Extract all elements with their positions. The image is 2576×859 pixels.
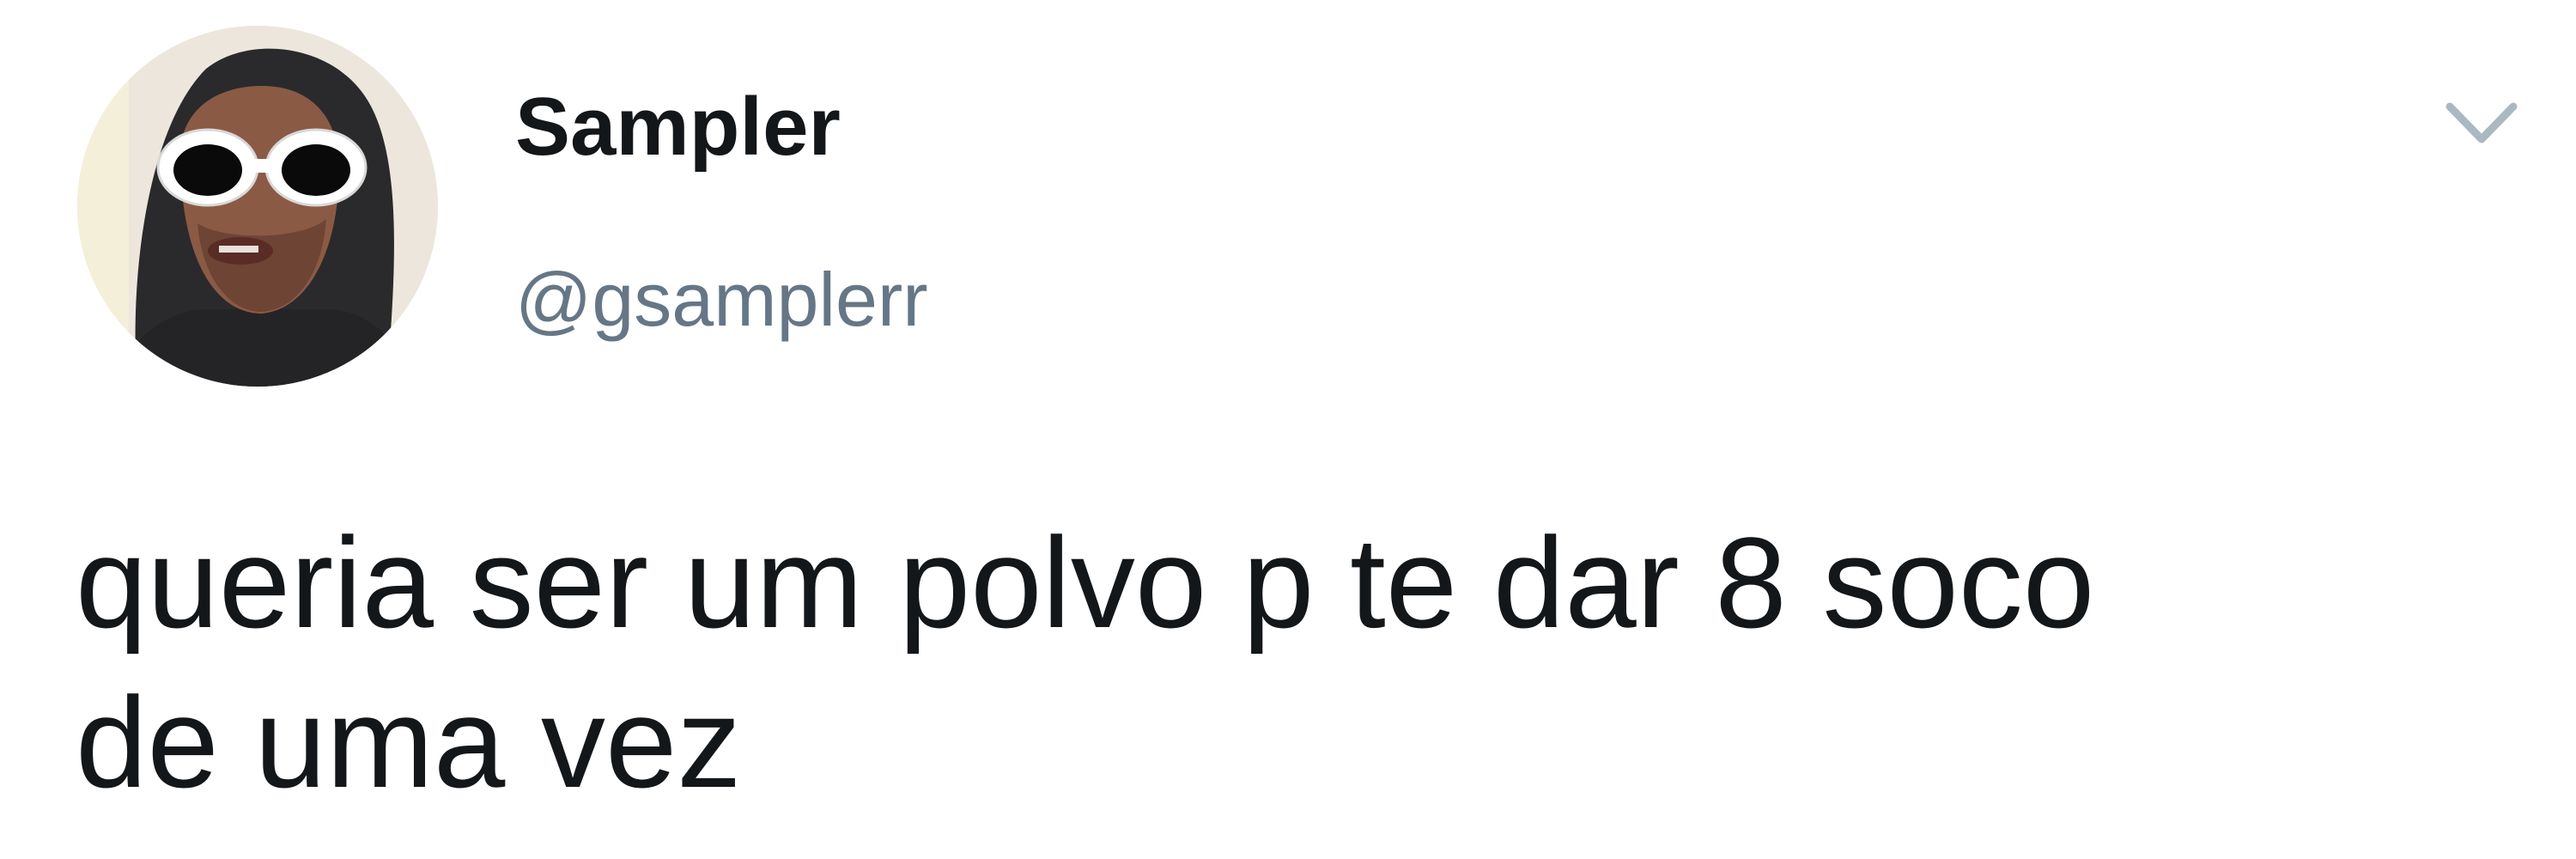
tweet-card: Sampler @gsamplerr queria ser um polvo p… <box>0 0 2576 859</box>
avatar-photo-icon <box>77 26 438 387</box>
author-handle[interactable]: @gsamplerr <box>515 262 928 338</box>
author-display-name[interactable]: Sampler <box>515 86 841 168</box>
avatar[interactable] <box>77 26 438 387</box>
tweet-text: queria ser um polvo p te dar 8 soco de u… <box>76 510 2095 814</box>
chevron-down-icon <box>2445 102 2518 143</box>
tweet-menu-button[interactable] <box>2443 94 2520 155</box>
